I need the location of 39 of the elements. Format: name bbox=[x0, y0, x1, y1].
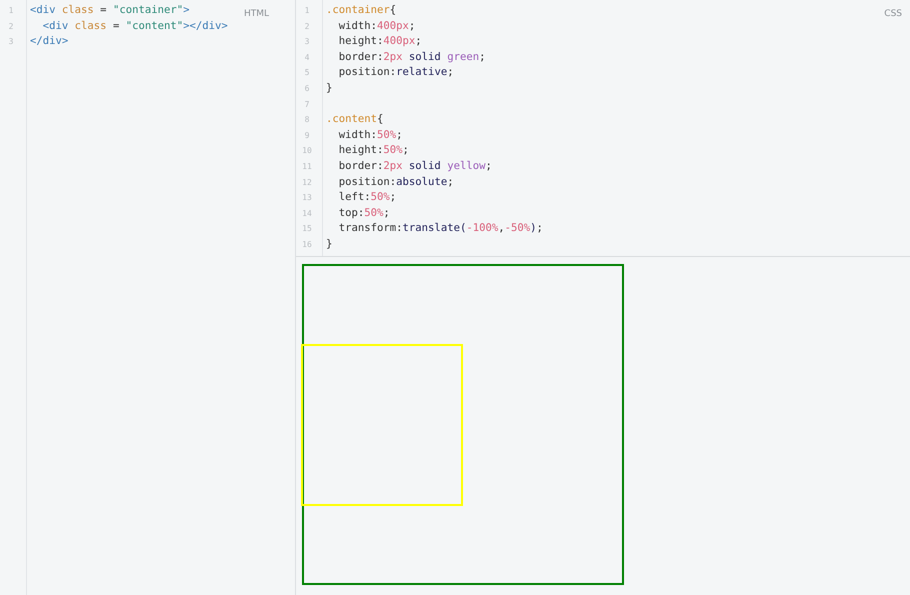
line-number: 14 bbox=[301, 208, 313, 220]
code-line: position:absolute; bbox=[338, 174, 454, 190]
code-line: border:2px solid yellow; bbox=[338, 158, 492, 174]
line-number: 3 bbox=[8, 36, 14, 48]
line-number: 15 bbox=[301, 223, 313, 236]
line-number: 16 bbox=[301, 238, 313, 251]
line-number: 12 bbox=[301, 176, 313, 189]
code-line: left:50%; bbox=[338, 190, 396, 206]
code-line: transform:translate(-100%,-50%); bbox=[338, 221, 543, 236]
line-number: 9 bbox=[304, 130, 310, 142]
code-line: .content{ bbox=[326, 112, 384, 128]
code-line: width:400px; bbox=[338, 18, 416, 34]
line-number: 13 bbox=[301, 192, 313, 204]
code-line: position:relative; bbox=[338, 65, 454, 80]
code-line: <div class = "container"> bbox=[30, 3, 190, 18]
line-number: 7 bbox=[304, 98, 310, 111]
code-line: height:50%; bbox=[338, 143, 409, 158]
line-number: 11 bbox=[301, 160, 313, 173]
line-number: 4 bbox=[304, 52, 310, 64]
panel-label: CSS bbox=[884, 9, 902, 19]
code-line: width:50%; bbox=[338, 128, 403, 143]
line-number: 8 bbox=[304, 114, 310, 126]
code-line: } bbox=[326, 80, 332, 96]
line-number: 6 bbox=[304, 82, 310, 95]
code-line: height:400px; bbox=[338, 34, 422, 50]
code-line: <div class = "content"></div> bbox=[42, 18, 228, 34]
line-number: 5 bbox=[304, 67, 310, 80]
code-line: border:2px solid green; bbox=[338, 50, 486, 65]
line-number: 1 bbox=[304, 5, 310, 17]
line-number: 2 bbox=[8, 20, 14, 33]
code-line: </div> bbox=[30, 34, 68, 50]
line-number: 3 bbox=[304, 36, 310, 48]
panel-label: HTML bbox=[244, 9, 270, 19]
line-number: 1 bbox=[8, 5, 14, 17]
line-number: 10 bbox=[301, 145, 313, 158]
code-line: top:50%; bbox=[338, 206, 390, 221]
code-line: } bbox=[326, 236, 332, 252]
line-number: 2 bbox=[304, 20, 310, 33]
code-line: .container{ bbox=[326, 3, 396, 18]
